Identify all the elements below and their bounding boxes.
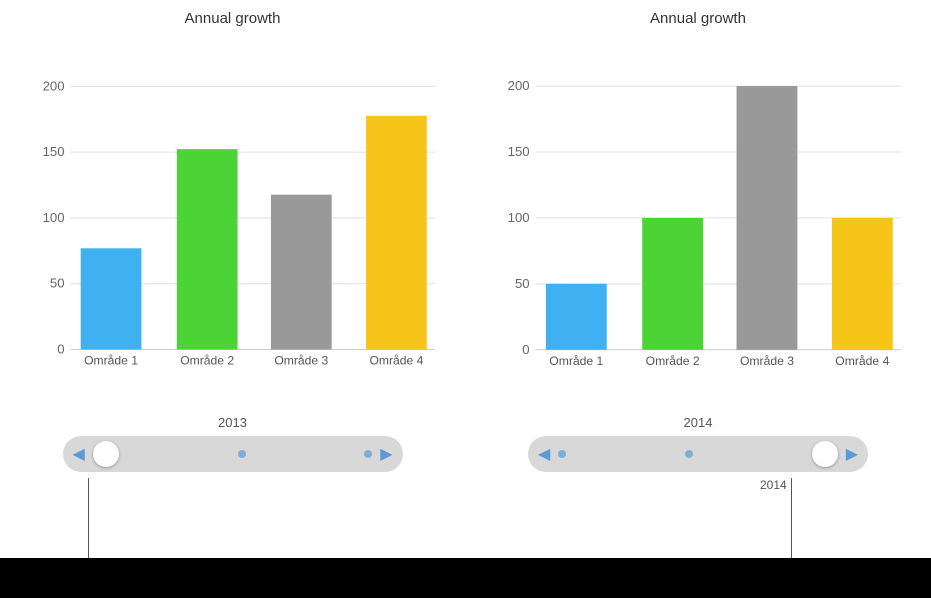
left-scrubber-track [85,441,380,467]
svg-text:Område 4: Område 4 [835,354,889,368]
right-scrubber-dot-2 [685,450,693,458]
right-chart-title: Annual growth [650,10,746,27]
left-chart-area: 200 150 100 50 0 Område 1 Område 2 [20,33,445,413]
left-scrubber-left-arrow[interactable]: ◀ [73,444,85,464]
left-black-bottom [0,558,465,598]
left-scrubber-thumb[interactable] [93,441,119,467]
svg-text:Område 4: Område 4 [369,354,423,368]
right-scrubber: ◀ ▶ [528,436,868,472]
right-chart-svg: 200 150 100 50 0 Område 1 Område 2 Områd… [485,33,911,413]
bar-left-1 [81,248,142,349]
panels-row: Annual growth 200 150 100 [0,0,931,598]
svg-text:0: 0 [522,342,529,357]
bar-right-2 [642,218,703,350]
svg-text:50: 50 [50,276,65,291]
svg-text:Område 1: Område 1 [549,354,603,368]
svg-text:Område 1: Område 1 [84,354,138,368]
bar-left-4 [366,116,427,350]
left-scrubber-dot-1 [238,450,246,458]
right-chart-panel: Annual growth 200 150 100 50 0 [465,0,931,430]
left-block: Annual growth 200 150 100 [0,0,465,598]
svg-text:Område 2: Område 2 [180,354,234,368]
right-scrubber-left-arrow[interactable]: ◀ [538,444,550,464]
svg-text:Område 2: Område 2 [646,354,700,368]
bar-right-3 [737,86,798,350]
svg-text:Område 3: Område 3 [274,354,328,368]
right-block: Annual growth 200 150 100 50 0 [465,0,931,598]
right-scrubber-track [550,441,845,467]
right-chart-area: 200 150 100 50 0 Område 1 Område 2 Områd… [485,33,911,413]
left-annotation-line [88,478,89,558]
left-scrubber: ◀ ▶ [63,436,403,472]
right-annotation-area: 2014 [465,478,931,558]
svg-text:150: 150 [43,144,65,159]
right-scrubber-right-arrow[interactable]: ▶ [846,444,858,464]
left-scrubber-dot-2 [364,450,372,458]
svg-text:150: 150 [508,144,530,159]
svg-text:200: 200 [43,78,65,93]
right-year-label: 2014 [684,415,713,430]
left-scrubber-wrapper: ◀ ▶ [0,430,465,478]
right-black-bottom [465,558,931,598]
left-annotation-area [0,478,465,558]
svg-text:50: 50 [515,276,530,291]
left-year-label: 2013 [218,415,247,430]
svg-text:Område 3: Område 3 [740,354,794,368]
svg-text:100: 100 [508,210,530,225]
bar-left-2 [177,149,238,349]
right-scrubber-dot-1 [558,450,566,458]
bar-right-4 [832,218,893,350]
left-chart-svg: 200 150 100 50 0 Område 1 Område 2 [20,33,445,413]
right-scrubber-thumb[interactable] [812,441,838,467]
svg-text:0: 0 [57,342,64,357]
bar-right-1 [546,284,607,350]
right-annotation-label: 2014 [760,478,787,492]
bar-left-3 [271,195,332,350]
svg-text:100: 100 [43,210,65,225]
right-annotation: 2014 [760,478,792,558]
right-scrubber-wrapper: ◀ ▶ [465,430,931,478]
svg-text:200: 200 [508,78,530,93]
left-scrubber-right-arrow[interactable]: ▶ [380,444,392,464]
left-chart-title: Annual growth [185,10,281,27]
right-annotation-line [791,478,792,558]
left-chart-panel: Annual growth 200 150 100 [0,0,465,430]
